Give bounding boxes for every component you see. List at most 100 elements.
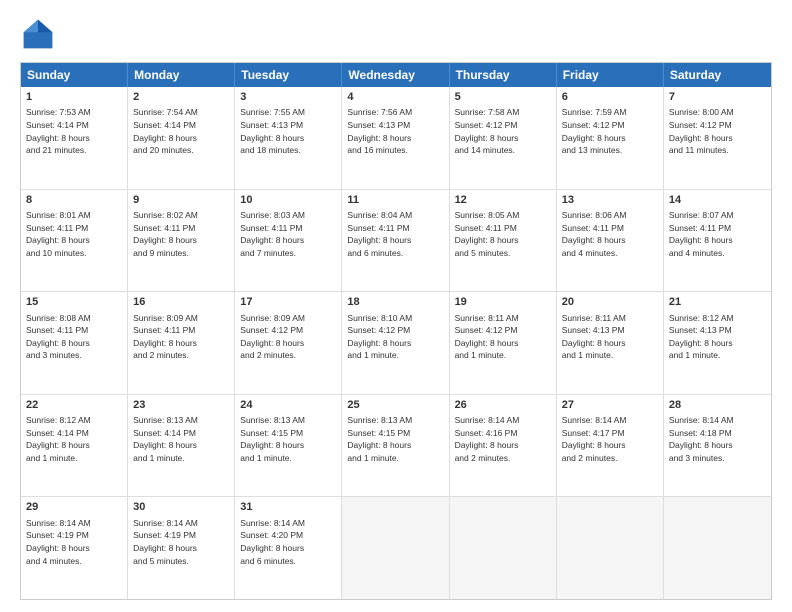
day-number: 11 [347, 193, 443, 208]
calendar-header-cell: Monday [128, 63, 235, 87]
day-number: 10 [240, 193, 336, 208]
calendar-body: 1Sunrise: 7:53 AM Sunset: 4:14 PM Daylig… [21, 87, 771, 599]
day-number: 7 [669, 90, 766, 105]
cell-text: Sunrise: 8:07 AM Sunset: 4:11 PM Dayligh… [669, 210, 734, 258]
calendar-row: 8Sunrise: 8:01 AM Sunset: 4:11 PM Daylig… [21, 189, 771, 292]
calendar-header-cell: Saturday [664, 63, 771, 87]
cell-text: Sunrise: 8:13 AM Sunset: 4:14 PM Dayligh… [133, 415, 198, 463]
calendar-cell [342, 497, 449, 599]
calendar-cell [664, 497, 771, 599]
cell-text: Sunrise: 8:10 AM Sunset: 4:12 PM Dayligh… [347, 313, 412, 361]
day-number: 20 [562, 295, 658, 310]
logo-icon [20, 16, 56, 52]
cell-text: Sunrise: 7:56 AM Sunset: 4:13 PM Dayligh… [347, 107, 412, 155]
calendar-cell: 4 Sunrise: 7:56 AM Sunset: 4:13 PM Daylig… [342, 87, 449, 189]
cell-text: Sunrise: 8:14 AM Sunset: 4:20 PM Dayligh… [240, 518, 305, 566]
day-number: 3 [240, 90, 336, 105]
calendar-cell: 31 Sunrise: 8:14 AM Sunset: 4:20 PM Dayli… [235, 497, 342, 599]
cell-text: Sunrise: 8:09 AM Sunset: 4:12 PM Dayligh… [240, 313, 305, 361]
cell-text: Sunrise: 8:12 AM Sunset: 4:14 PM Dayligh… [26, 415, 91, 463]
calendar-row: 1Sunrise: 7:53 AM Sunset: 4:14 PM Daylig… [21, 87, 771, 189]
day-number: 16 [133, 295, 229, 310]
calendar-cell: 15 Sunrise: 8:08 AM Sunset: 4:11 PM Dayli… [21, 292, 128, 394]
cell-text: Sunrise: 8:05 AM Sunset: 4:11 PM Dayligh… [455, 210, 520, 258]
cell-text: Sunrise: 7:54 AM Sunset: 4:14 PM Dayligh… [133, 107, 198, 155]
cell-text: Sunrise: 7:53 AM Sunset: 4:14 PM Dayligh… [26, 107, 91, 155]
calendar-cell: 19Sunrise: 8:11 AM Sunset: 4:12 PM Dayli… [450, 292, 557, 394]
calendar-header-cell: Friday [557, 63, 664, 87]
day-number: 22 [26, 398, 122, 413]
day-number: 13 [562, 193, 658, 208]
cell-text: Sunrise: 8:08 AM Sunset: 4:11 PM Dayligh… [26, 313, 91, 361]
cell-text: Sunrise: 8:11 AM Sunset: 4:12 PM Dayligh… [455, 313, 519, 361]
day-number: 8 [26, 193, 122, 208]
calendar-cell: 30 Sunrise: 8:14 AM Sunset: 4:19 PM Dayli… [128, 497, 235, 599]
day-number: 30 [133, 500, 229, 515]
calendar-cell: 8Sunrise: 8:01 AM Sunset: 4:11 PM Daylig… [21, 190, 128, 292]
day-number: 4 [347, 90, 443, 105]
calendar-cell: 22 Sunrise: 8:12 AM Sunset: 4:14 PM Dayli… [21, 395, 128, 497]
day-number: 28 [669, 398, 766, 413]
calendar-cell: 20Sunrise: 8:11 AM Sunset: 4:13 PM Dayli… [557, 292, 664, 394]
cell-text: Sunrise: 8:13 AM Sunset: 4:15 PM Dayligh… [240, 415, 305, 463]
day-number: 29 [26, 500, 122, 515]
header [20, 16, 772, 52]
calendar-cell: 7 Sunrise: 8:00 AM Sunset: 4:12 PM Daylig… [664, 87, 771, 189]
calendar-cell: 18 Sunrise: 8:10 AM Sunset: 4:12 PM Dayli… [342, 292, 449, 394]
calendar-cell: 1Sunrise: 7:53 AM Sunset: 4:14 PM Daylig… [21, 87, 128, 189]
calendar-header-cell: Thursday [450, 63, 557, 87]
day-number: 24 [240, 398, 336, 413]
cell-text: Sunrise: 8:03 AM Sunset: 4:11 PM Dayligh… [240, 210, 305, 258]
calendar-cell: 21Sunrise: 8:12 AM Sunset: 4:13 PM Dayli… [664, 292, 771, 394]
day-number: 2 [133, 90, 229, 105]
cell-text: Sunrise: 8:09 AM Sunset: 4:11 PM Dayligh… [133, 313, 198, 361]
logo [20, 16, 62, 52]
day-number: 14 [669, 193, 766, 208]
calendar-cell: 23 Sunrise: 8:13 AM Sunset: 4:14 PM Dayli… [128, 395, 235, 497]
cell-text: Sunrise: 8:14 AM Sunset: 4:17 PM Dayligh… [562, 415, 627, 463]
calendar-header-cell: Wednesday [342, 63, 449, 87]
cell-text: Sunrise: 8:00 AM Sunset: 4:12 PM Dayligh… [669, 107, 734, 155]
calendar-cell: 6 Sunrise: 7:59 AM Sunset: 4:12 PM Daylig… [557, 87, 664, 189]
day-number: 15 [26, 295, 122, 310]
calendar-row: 15 Sunrise: 8:08 AM Sunset: 4:11 PM Dayli… [21, 291, 771, 394]
calendar-cell [450, 497, 557, 599]
day-number: 18 [347, 295, 443, 310]
day-number: 12 [455, 193, 551, 208]
calendar-cell: 28 Sunrise: 8:14 AM Sunset: 4:18 PM Dayli… [664, 395, 771, 497]
page: SundayMondayTuesdayWednesdayThursdayFrid… [0, 0, 792, 612]
day-number: 23 [133, 398, 229, 413]
calendar-cell: 26Sunrise: 8:14 AM Sunset: 4:16 PM Dayli… [450, 395, 557, 497]
cell-text: Sunrise: 8:12 AM Sunset: 4:13 PM Dayligh… [669, 313, 734, 361]
calendar-header: SundayMondayTuesdayWednesdayThursdayFrid… [21, 63, 771, 87]
calendar-cell: 17 Sunrise: 8:09 AM Sunset: 4:12 PM Dayli… [235, 292, 342, 394]
cell-text: Sunrise: 8:02 AM Sunset: 4:11 PM Dayligh… [133, 210, 198, 258]
cell-text: Sunrise: 8:04 AM Sunset: 4:11 PM Dayligh… [347, 210, 412, 258]
cell-text: Sunrise: 8:14 AM Sunset: 4:18 PM Dayligh… [669, 415, 734, 463]
calendar-cell: 13 Sunrise: 8:06 AM Sunset: 4:11 PM Dayli… [557, 190, 664, 292]
calendar-cell: 10 Sunrise: 8:03 AM Sunset: 4:11 PM Dayli… [235, 190, 342, 292]
calendar-cell: 5Sunrise: 7:58 AM Sunset: 4:12 PM Daylig… [450, 87, 557, 189]
calendar-row: 22 Sunrise: 8:12 AM Sunset: 4:14 PM Dayli… [21, 394, 771, 497]
calendar-cell: 25Sunrise: 8:13 AM Sunset: 4:15 PM Dayli… [342, 395, 449, 497]
calendar-cell: 16 Sunrise: 8:09 AM Sunset: 4:11 PM Dayli… [128, 292, 235, 394]
day-number: 25 [347, 398, 443, 413]
calendar-row: 29 Sunrise: 8:14 AM Sunset: 4:19 PM Dayli… [21, 496, 771, 599]
cell-text: Sunrise: 8:14 AM Sunset: 4:19 PM Dayligh… [133, 518, 198, 566]
calendar-cell: 14 Sunrise: 8:07 AM Sunset: 4:11 PM Dayli… [664, 190, 771, 292]
calendar: SundayMondayTuesdayWednesdayThursdayFrid… [20, 62, 772, 600]
day-number: 27 [562, 398, 658, 413]
calendar-cell: 11 Sunrise: 8:04 AM Sunset: 4:11 PM Dayli… [342, 190, 449, 292]
cell-text: Sunrise: 8:06 AM Sunset: 4:11 PM Dayligh… [562, 210, 627, 258]
calendar-cell [557, 497, 664, 599]
day-number: 31 [240, 500, 336, 515]
day-number: 9 [133, 193, 229, 208]
cell-text: Sunrise: 7:59 AM Sunset: 4:12 PM Dayligh… [562, 107, 627, 155]
calendar-header-cell: Tuesday [235, 63, 342, 87]
calendar-cell: 24 Sunrise: 8:13 AM Sunset: 4:15 PM Dayli… [235, 395, 342, 497]
day-number: 6 [562, 90, 658, 105]
cell-text: Sunrise: 8:14 AM Sunset: 4:19 PM Dayligh… [26, 518, 91, 566]
calendar-cell: 2 Sunrise: 7:54 AM Sunset: 4:14 PM Daylig… [128, 87, 235, 189]
day-number: 17 [240, 295, 336, 310]
calendar-cell: 27 Sunrise: 8:14 AM Sunset: 4:17 PM Dayli… [557, 395, 664, 497]
